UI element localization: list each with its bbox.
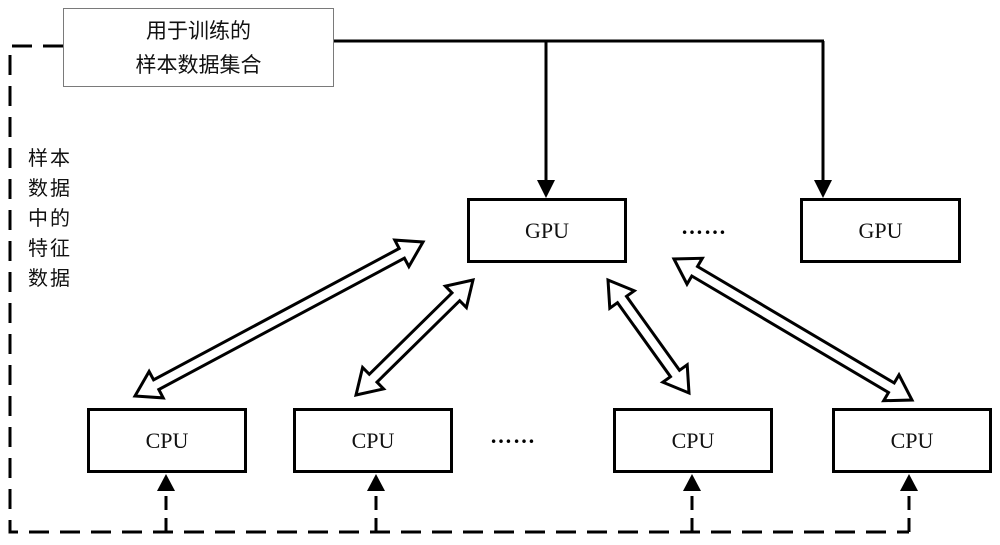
gpu-label: GPU [524, 217, 569, 243]
training-sample-dataset-box: 用于训练的 样本数据集合 [63, 8, 334, 87]
feature-data-label-line-2: 数据 [28, 176, 72, 200]
double-arrow-cpu-3-gpu-1 [606, 277, 691, 396]
arrowhead-to-cpu-2 [367, 474, 385, 491]
feature-data-label: 样本 数据 中的 特征 数据 [28, 143, 88, 293]
cpu-box-2: CPU [293, 408, 453, 473]
arrowhead-to-cpu-4 [900, 474, 918, 491]
arrowhead-to-cpu-3 [683, 474, 701, 491]
feature-data-label-line-4: 特征 [28, 236, 72, 260]
cpu-box-4: CPU [832, 408, 992, 473]
source-box-line-1: 用于训练的 [146, 18, 251, 43]
cpu-box-1: CPU [87, 408, 247, 473]
cpu-ellipsis: …… [490, 423, 536, 448]
source-box-line-2: 样本数据集合 [135, 52, 262, 77]
cpu-label: CPU [145, 427, 189, 453]
gpu-ellipsis: …… [681, 214, 727, 239]
gpu-label: GPU [858, 217, 903, 243]
gpu-box-2: GPU [800, 198, 961, 263]
double-arrow-cpu-4-gpu-1 [671, 256, 915, 403]
double-arrow-cpu-2-gpu-1 [353, 278, 476, 397]
feature-data-label-line-1: 样本 [28, 146, 72, 170]
arrowhead-to-gpu-1 [537, 180, 555, 198]
gpu-box-1: GPU [467, 198, 627, 263]
feature-data-label-line-3: 中的 [28, 206, 72, 230]
cpu-gpu-training-diagram: 用于训练的 样本数据集合 样本 数据 中的 特征 数据 GPU …… GPU C… [0, 0, 1000, 545]
feature-data-label-line-5: 数据 [28, 266, 72, 290]
cpu-label: CPU [890, 427, 934, 453]
arrowhead-to-gpu-2 [814, 180, 832, 198]
cpu-box-3: CPU [613, 408, 773, 473]
arrowhead-to-cpu-1 [157, 474, 175, 491]
cpu-label: CPU [351, 427, 395, 453]
cpu-label: CPU [671, 427, 715, 453]
